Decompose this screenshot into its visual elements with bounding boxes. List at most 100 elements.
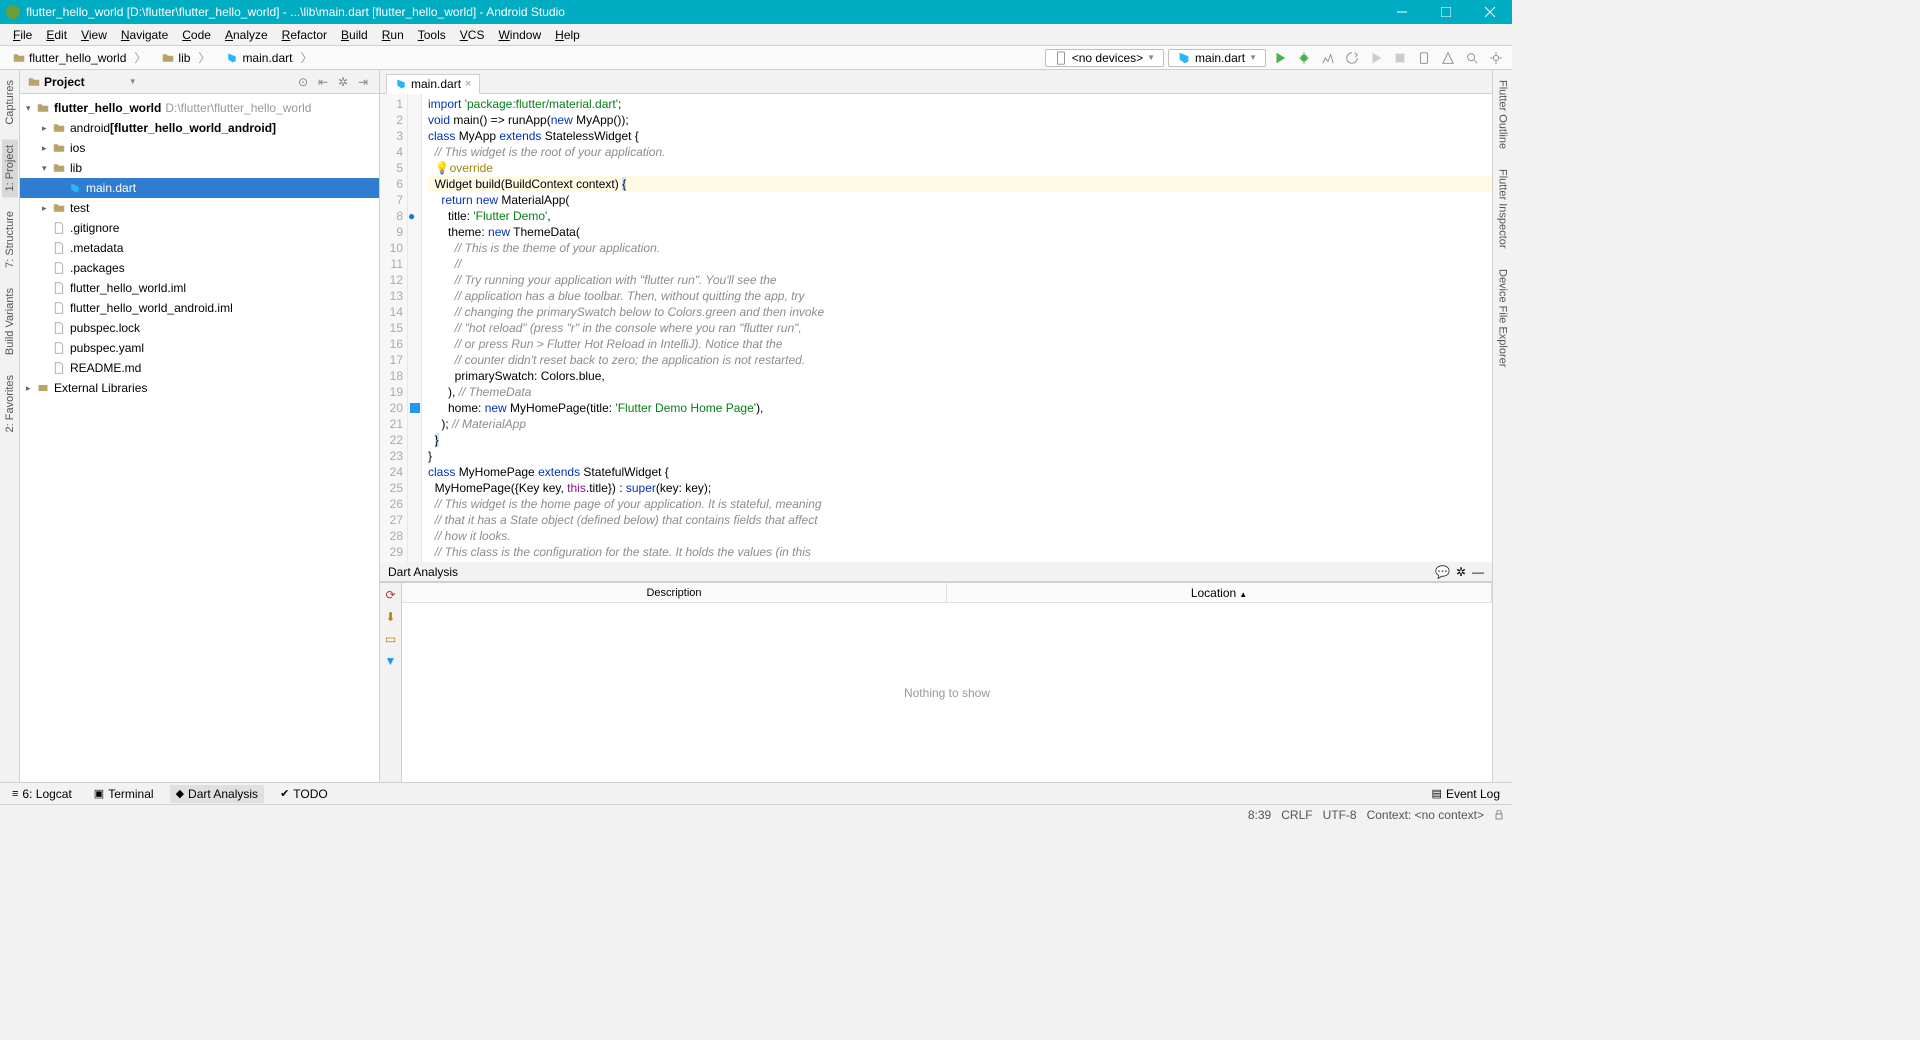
tree-item[interactable]: pubspec.yaml: [20, 338, 379, 358]
menu-vcs[interactable]: VCS: [453, 28, 492, 42]
tree-item[interactable]: ▾flutter_hello_worldD:\flutter\flutter_h…: [20, 98, 379, 118]
window-title: flutter_hello_world [D:\flutter\flutter_…: [26, 5, 565, 19]
device-label: <no devices>: [1072, 51, 1143, 65]
tree-item[interactable]: README.md: [20, 358, 379, 378]
line-ending[interactable]: CRLF: [1281, 808, 1312, 822]
favorites-tab[interactable]: 2: Favorites: [2, 369, 18, 438]
minimize-button[interactable]: [1380, 0, 1424, 24]
run-config-selector[interactable]: main.dart ▼: [1168, 49, 1266, 67]
breadcrumb-label: main.dart: [242, 51, 292, 65]
project-panel: Project ▼ ⊙ ⇤ ✲ ⇥ ▾flutter_hello_worldD:…: [20, 70, 380, 782]
event-log-tab[interactable]: ▤ Event Log: [1426, 785, 1506, 803]
editor-tab-main[interactable]: main.dart ×: [386, 74, 480, 94]
menu-edit[interactable]: Edit: [39, 28, 74, 42]
hide-icon[interactable]: ⇥: [355, 74, 371, 90]
tree-item[interactable]: .metadata: [20, 238, 379, 258]
stop-button[interactable]: [1390, 48, 1410, 68]
menu-analyze[interactable]: Analyze: [218, 28, 275, 42]
autoscroll-icon[interactable]: ⬇: [383, 609, 399, 625]
menu-code[interactable]: Code: [175, 28, 218, 42]
tree-item[interactable]: pubspec.lock: [20, 318, 379, 338]
flutter-inspector-tab[interactable]: Flutter Inspector: [1495, 163, 1511, 254]
run-button[interactable]: [1270, 48, 1290, 68]
breadcrumb-file[interactable]: main.dart〉: [219, 46, 319, 69]
tree-item[interactable]: ▸android [flutter_hello_world_android]: [20, 118, 379, 138]
tree-item[interactable]: ▸test: [20, 198, 379, 218]
breadcrumbs: flutter_hello_world〉 lib〉 main.dart〉: [6, 46, 319, 69]
tree-item[interactable]: ▸ios: [20, 138, 379, 158]
device-file-explorer-tab[interactable]: Device File Explorer: [1495, 263, 1511, 373]
hot-reload-button[interactable]: [1342, 48, 1362, 68]
status-bar: 8:39 CRLF UTF-8 Context: <no context>: [0, 804, 1512, 824]
reanalyze-icon[interactable]: ⟳: [383, 587, 399, 603]
menu-refactor[interactable]: Refactor: [275, 28, 334, 42]
navbar: flutter_hello_world〉 lib〉 main.dart〉 <no…: [0, 46, 1512, 70]
todo-tab[interactable]: ✔ TODO: [274, 785, 334, 803]
collapse-all-icon[interactable]: ⇤: [315, 74, 331, 90]
menu-build[interactable]: Build: [334, 28, 375, 42]
project-panel-title: Project: [44, 75, 85, 89]
attach-button[interactable]: [1366, 48, 1386, 68]
editor-tab-label: main.dart: [411, 77, 461, 91]
lock-icon[interactable]: [1494, 810, 1504, 820]
editor-panel: main.dart × 1234567891011121314151617181…: [380, 70, 1492, 782]
captures-tab[interactable]: Captures: [2, 74, 18, 131]
flutter-outline-tab[interactable]: Flutter Outline: [1495, 74, 1511, 155]
menu-view[interactable]: View: [74, 28, 114, 42]
tree-item[interactable]: flutter_hello_world_android.iml: [20, 298, 379, 318]
tree-item[interactable]: .packages: [20, 258, 379, 278]
settings-icon[interactable]: ✲: [335, 74, 351, 90]
app-icon: [6, 5, 20, 19]
filter-icon[interactable]: ▼: [383, 653, 399, 669]
terminal-tab[interactable]: ▣ Terminal: [88, 785, 160, 803]
editor-body[interactable]: 1234567891011121314151617181920212223242…: [380, 94, 1492, 562]
breadcrumb-label: flutter_hello_world: [29, 51, 126, 65]
tree-item[interactable]: main.dart: [20, 178, 379, 198]
project-tab[interactable]: 1: Project: [2, 139, 18, 197]
close-button[interactable]: [1468, 0, 1512, 24]
dart-analysis-panel: ⟳ ⬇ ▭ ▼ Description Location ▲ Nothing t…: [380, 582, 1492, 782]
cursor-position[interactable]: 8:39: [1248, 808, 1271, 822]
maximize-button[interactable]: [1424, 0, 1468, 24]
logcat-tab[interactable]: ≡ 6: Logcat: [6, 785, 78, 803]
gear-icon[interactable]: ✲: [1456, 565, 1466, 579]
menu-help[interactable]: Help: [548, 28, 587, 42]
tree-item[interactable]: ▾lib: [20, 158, 379, 178]
group-icon[interactable]: ▭: [383, 631, 399, 647]
da-col-description[interactable]: Description: [402, 583, 947, 602]
breadcrumb-project[interactable]: flutter_hello_world〉: [6, 46, 153, 69]
build-variants-tab[interactable]: Build Variants: [2, 282, 18, 361]
search-button[interactable]: [1462, 48, 1482, 68]
chat-icon[interactable]: 💬: [1435, 565, 1450, 579]
dart-analysis-title: Dart Analysis 💬 ✲ —: [380, 562, 1492, 582]
project-tree[interactable]: ▾flutter_hello_worldD:\flutter\flutter_h…: [20, 94, 379, 782]
run-config-label: main.dart: [1195, 51, 1245, 65]
menu-window[interactable]: Window: [491, 28, 548, 42]
context[interactable]: Context: <no context>: [1367, 808, 1484, 822]
tree-item[interactable]: flutter_hello_world.iml: [20, 278, 379, 298]
titlebar: flutter_hello_world [D:\flutter\flutter_…: [0, 0, 1512, 24]
minimize-icon[interactable]: —: [1472, 565, 1484, 579]
profile-button[interactable]: [1318, 48, 1338, 68]
scroll-from-source-icon[interactable]: ⊙: [295, 74, 311, 90]
menu-file[interactable]: File: [6, 28, 39, 42]
encoding[interactable]: UTF-8: [1323, 808, 1357, 822]
breadcrumb-lib[interactable]: lib〉: [155, 46, 217, 69]
structure-tab[interactable]: 7: Structure: [2, 205, 18, 274]
nav-actions: <no devices> ▼ main.dart ▼: [1045, 48, 1506, 68]
menu-navigate[interactable]: Navigate: [114, 28, 175, 42]
tree-item[interactable]: .gitignore: [20, 218, 379, 238]
menu-run[interactable]: Run: [375, 28, 411, 42]
close-icon[interactable]: ×: [465, 78, 471, 90]
da-col-location[interactable]: Location ▲: [947, 583, 1492, 602]
dart-analysis-label: Dart Analysis: [388, 565, 458, 579]
tree-item[interactable]: ▸External Libraries: [20, 378, 379, 398]
dart-analysis-tab[interactable]: ◆ Dart Analysis: [170, 785, 265, 803]
device-selector[interactable]: <no devices> ▼: [1045, 49, 1164, 67]
sdk-button[interactable]: [1438, 48, 1458, 68]
project-panel-header: Project ▼ ⊙ ⇤ ✲ ⇥: [20, 70, 379, 94]
settings-button[interactable]: [1486, 48, 1506, 68]
avd-button[interactable]: [1414, 48, 1434, 68]
debug-button[interactable]: [1294, 48, 1314, 68]
menu-tools[interactable]: Tools: [411, 28, 453, 42]
